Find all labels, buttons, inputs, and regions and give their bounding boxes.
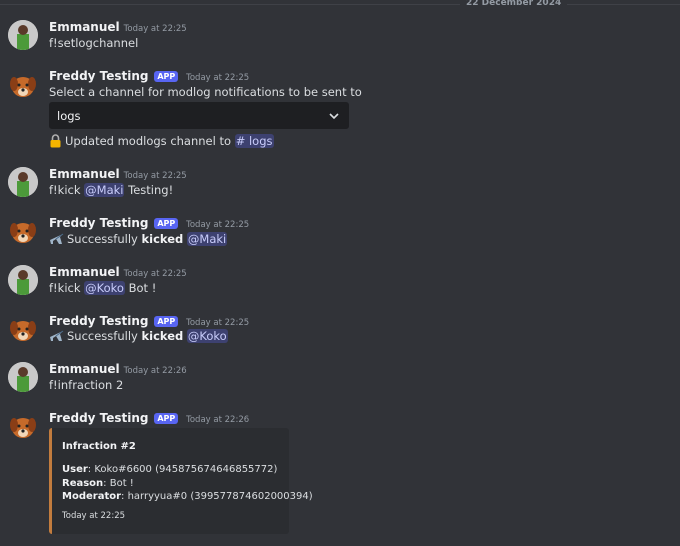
timestamp: Today at 22:25 — [123, 24, 187, 34]
person-icon — [8, 167, 38, 197]
message-suffix: Bot ! — [128, 281, 157, 295]
embed-user-value: : Koko#6600 (945875674646855772) — [87, 464, 278, 475]
infraction-embed: Infraction #2 User: Koko#6600 (945875674… — [49, 428, 313, 534]
date-divider: 22 December 2024 — [0, 0, 680, 10]
username[interactable]: Freddy Testing — [49, 411, 149, 425]
person-icon — [8, 265, 38, 295]
divider-line — [0, 4, 680, 5]
message-text: Select a channel for modlog notification… — [49, 85, 362, 99]
followup-line: Updated modlogs channel to # logs — [49, 133, 274, 149]
avatar[interactable] — [8, 216, 38, 246]
channel-mention[interactable]: # logs — [234, 134, 274, 148]
chevron-down-icon — [329, 113, 339, 120]
user-mention[interactable]: @Koko — [186, 329, 228, 343]
dog-icon — [10, 321, 36, 341]
person-icon — [8, 362, 38, 392]
timestamp: Today at 22:25 — [186, 220, 250, 230]
embed-user-row: User: Koko#6600 (945875674646855772) — [62, 464, 277, 475]
message-text: Successfully kicked @Maki — [49, 231, 228, 247]
timestamp: Today at 22:25 — [123, 171, 187, 181]
user-mention[interactable]: @Maki — [84, 183, 125, 197]
avatar[interactable] — [8, 314, 38, 344]
message-text: Successfully kicked @Koko — [49, 328, 228, 344]
timestamp: Today at 22:26 — [123, 366, 187, 376]
app-badge: APP — [154, 413, 179, 424]
message-header: Emmanuel Today at 22:25 — [49, 265, 187, 281]
embed-reason-label: Reason — [62, 478, 104, 489]
username[interactable]: Freddy Testing — [49, 216, 149, 230]
lock-icon — [50, 134, 61, 148]
select-value: logs — [57, 109, 81, 123]
dog-icon — [10, 223, 36, 243]
person-icon — [8, 20, 38, 50]
username[interactable]: Freddy Testing — [49, 69, 149, 83]
username[interactable]: Emmanuel — [49, 265, 120, 279]
timestamp: Today at 22:25 — [123, 269, 187, 279]
avatar[interactable] — [8, 362, 38, 392]
username[interactable]: Freddy Testing — [49, 314, 149, 328]
embed-moderator-row: Moderator: harryyua#0 (39957787460200039… — [62, 491, 313, 502]
timestamp: Today at 22:26 — [186, 415, 250, 425]
avatar[interactable] — [8, 167, 38, 197]
username[interactable]: Emmanuel — [49, 20, 120, 34]
bold-text: kicked — [141, 232, 184, 246]
dog-icon — [10, 418, 36, 438]
app-badge: APP — [154, 316, 179, 327]
command-text: f!kick — [49, 281, 81, 295]
avatar[interactable] — [8, 20, 38, 50]
command-text: f!kick — [49, 183, 81, 197]
message-header: Emmanuel Today at 22:25 — [49, 167, 187, 183]
embed-user-label: User — [62, 464, 88, 475]
message-header: Freddy Testing APP Today at 22:25 — [49, 69, 249, 85]
dog-icon — [10, 77, 36, 97]
embed-moderator-label: Moderator — [62, 491, 122, 502]
message-header: Emmanuel Today at 22:25 — [49, 20, 187, 36]
message-text: f!kick @Maki Testing! — [49, 182, 173, 198]
message-text: f!infraction 2 — [49, 378, 124, 392]
message-header: Freddy Testing APP Today at 22:25 — [49, 216, 249, 232]
embed-footer: Today at 22:25 — [62, 511, 126, 521]
avatar[interactable] — [8, 411, 38, 441]
user-mention[interactable]: @Koko — [84, 281, 125, 295]
timestamp: Today at 22:25 — [186, 73, 250, 83]
avatar[interactable] — [8, 70, 38, 100]
divider-date: 22 December 2024 — [460, 0, 568, 8]
followup-prefix: Updated modlogs channel to — [65, 134, 232, 148]
embed-moderator-value: : harryyua#0 (399577874602000394) — [121, 491, 313, 502]
message-text: f!kick @Koko Bot ! — [49, 280, 156, 296]
app-badge: APP — [154, 71, 179, 82]
timestamp: Today at 22:25 — [186, 318, 250, 328]
message-header: Freddy Testing APP Today at 22:26 — [49, 411, 249, 427]
airplane-icon — [50, 233, 64, 244]
avatar[interactable] — [8, 265, 38, 295]
message-text: f!setlogchannel — [49, 36, 139, 50]
message-suffix: Testing! — [128, 183, 174, 197]
app-badge: APP — [154, 218, 179, 229]
airplane-icon — [50, 330, 64, 341]
embed-reason-value: : Bot ! — [103, 478, 134, 489]
bold-text: kicked — [141, 329, 184, 343]
channel-select[interactable]: logs — [49, 102, 349, 129]
user-mention[interactable]: @Maki — [186, 232, 228, 246]
embed-reason-row: Reason: Bot ! — [62, 478, 134, 489]
username[interactable]: Emmanuel — [49, 362, 120, 376]
message-prefix: Successfully — [67, 232, 138, 246]
message-prefix: Successfully — [67, 329, 138, 343]
message-header: Emmanuel Today at 22:26 — [49, 362, 187, 378]
embed-title: Infraction #2 — [62, 441, 136, 452]
username[interactable]: Emmanuel — [49, 167, 120, 181]
